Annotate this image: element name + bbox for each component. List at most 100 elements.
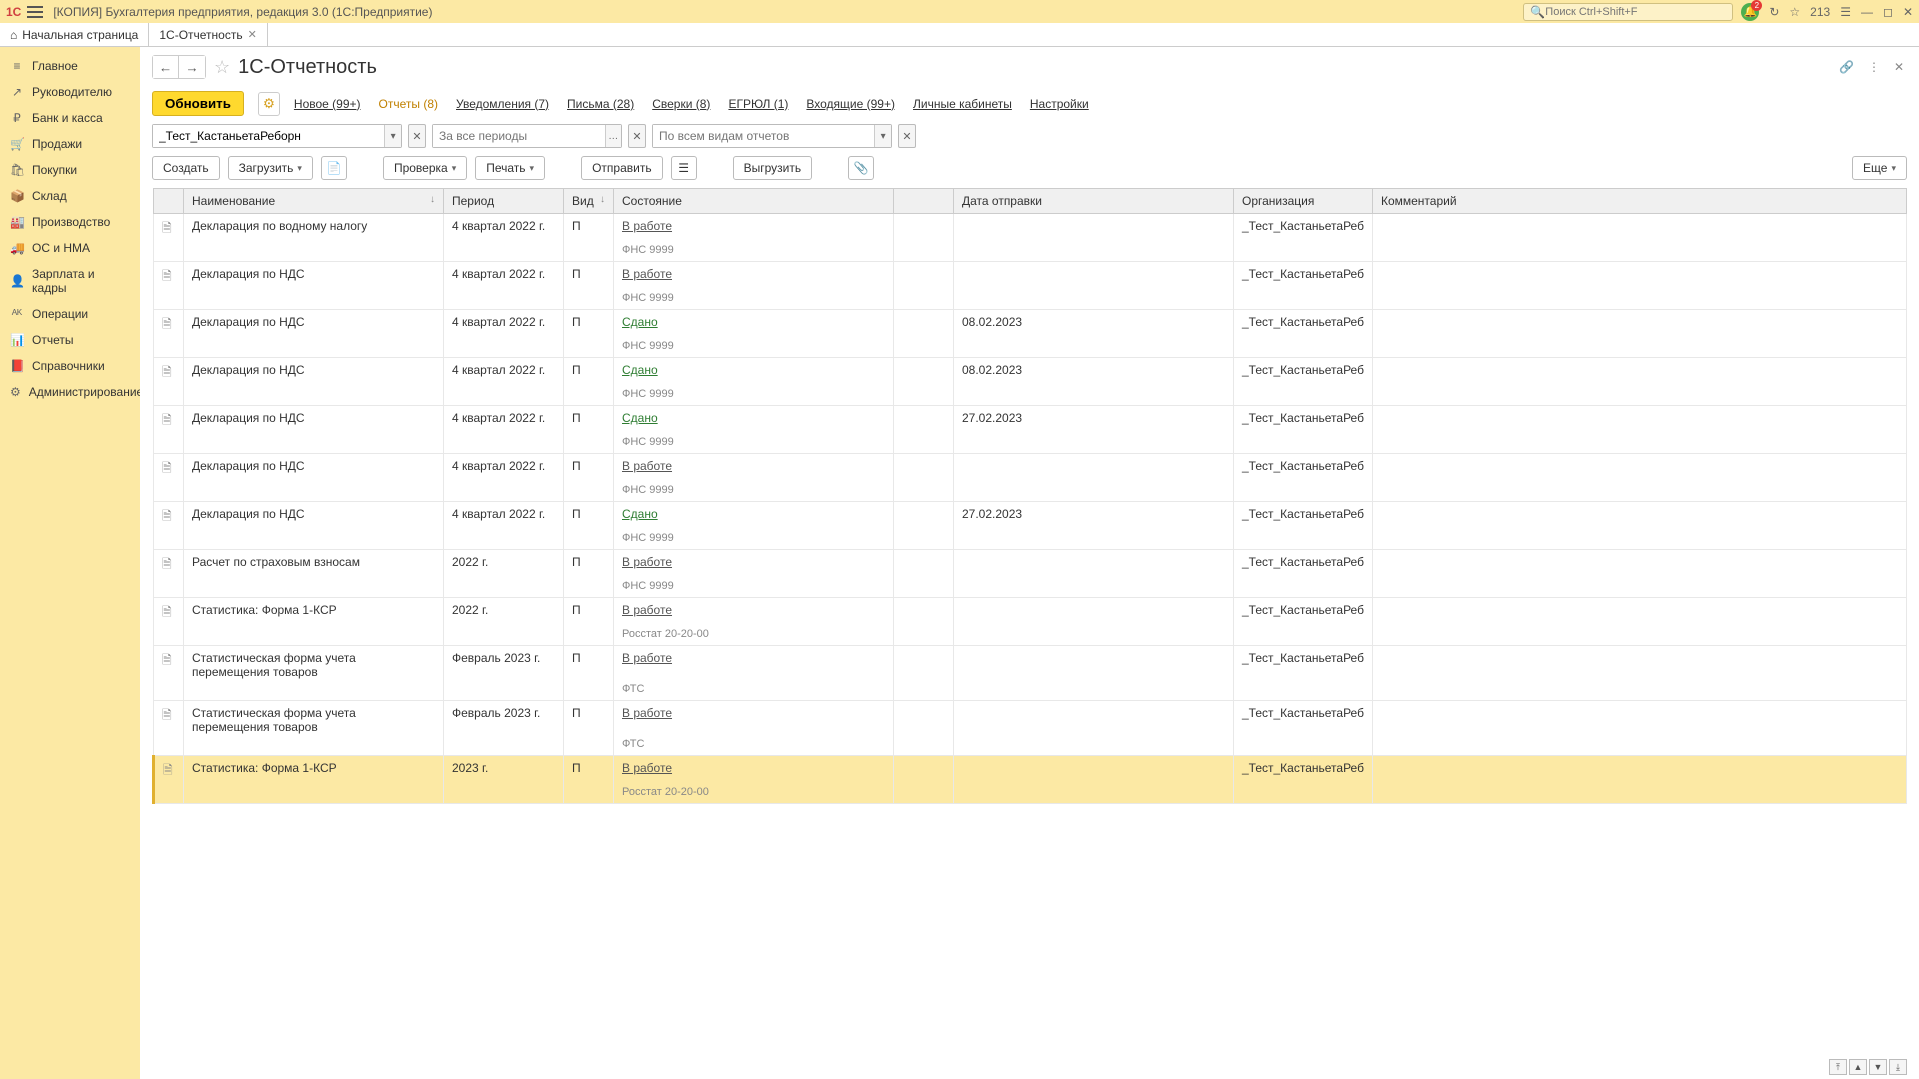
attach-button[interactable]: 📎 (848, 156, 874, 180)
period-filter-clear[interactable]: ✕ (628, 124, 646, 148)
period-filter-input[interactable] (433, 125, 605, 147)
subtab-6[interactable]: Входящие (99+) (806, 97, 895, 111)
period-filter-dots-icon[interactable]: … (605, 125, 621, 147)
status-link[interactable]: В работе (622, 651, 672, 665)
table-row-sub[interactable]: ФНС 9999 (154, 290, 1907, 310)
status-link[interactable]: В работе (622, 761, 672, 775)
org-filter-input[interactable] (153, 125, 384, 147)
sidebar-item-8[interactable]: 👤Зарплата и кадры (0, 261, 140, 301)
type-filter-input[interactable] (653, 125, 874, 147)
global-search[interactable]: 🔍 (1523, 3, 1733, 21)
subtab-5[interactable]: ЕГРЮЛ (1) (728, 97, 788, 111)
nav-forward-button[interactable]: → (179, 56, 205, 78)
table-row[interactable]: 🗎Статистика: Форма 1-КСР2022 г.ПВ работе… (154, 598, 1907, 627)
table-row-sub[interactable]: ФНС 9999 (154, 578, 1907, 598)
status-link[interactable]: В работе (622, 267, 672, 281)
status-link[interactable]: В работе (622, 459, 672, 473)
minimize-icon[interactable]: — (1861, 5, 1873, 19)
favorite-star-icon[interactable]: ☆ (214, 57, 230, 78)
table-row-sub[interactable]: ФНС 9999 (154, 386, 1907, 406)
col-comment[interactable]: Комментарий (1372, 189, 1906, 214)
refresh-button[interactable]: Обновить (152, 91, 244, 116)
sidebar-item-5[interactable]: 📦Склад (0, 183, 140, 209)
subtab-2[interactable]: Уведомления (7) (456, 97, 549, 111)
main-menu-icon[interactable] (27, 6, 43, 18)
nav-back-button[interactable]: ← (153, 56, 179, 78)
status-link[interactable]: В работе (622, 603, 672, 617)
table-row[interactable]: 🗎Декларация по НДС4 квартал 2022 г.ПВ ра… (154, 454, 1907, 483)
type-filter-dropdown-icon[interactable]: ▾ (874, 125, 891, 147)
col-empty[interactable] (894, 189, 954, 214)
table-row[interactable]: 🗎Декларация по НДС4 квартал 2022 г.ПСдан… (154, 406, 1907, 435)
subtab-8[interactable]: Настройки (1030, 97, 1089, 111)
table-row-sub[interactable]: Росстат 20-20-00 (154, 626, 1907, 646)
export-button[interactable]: Выгрузить (733, 156, 813, 180)
table-row[interactable]: 🗎Декларация по НДС4 квартал 2022 г.ПСдан… (154, 358, 1907, 387)
subtab-3[interactable]: Письма (28) (567, 97, 634, 111)
page-close-icon[interactable]: ✕ (1891, 57, 1907, 77)
table-row[interactable]: 🗎Декларация по НДС4 квартал 2022 г.ПСдан… (154, 310, 1907, 339)
sidebar-item-3[interactable]: 🛒Продажи (0, 131, 140, 157)
col-type[interactable]: Вид↓ (564, 189, 614, 214)
sidebar-item-4[interactable]: 🛍Покупки (0, 157, 140, 183)
subtab-1[interactable]: Отчеты (8) (379, 97, 438, 111)
subtab-4[interactable]: Сверки (8) (652, 97, 710, 111)
table-row-sub[interactable]: ФНС 9999 (154, 482, 1907, 502)
nav-down-button[interactable]: ▼ (1869, 1059, 1887, 1075)
sidebar-item-1[interactable]: ↗Руководителю (0, 79, 140, 105)
col-sent[interactable]: Дата отправки (954, 189, 1234, 214)
status-link[interactable]: В работе (622, 706, 672, 720)
status-link[interactable]: Сдано (622, 363, 658, 377)
status-link[interactable]: Сдано (622, 315, 658, 329)
table-row[interactable]: 🗎Декларация по водному налогу4 квартал 2… (154, 214, 1907, 243)
sidebar-item-2[interactable]: ₽Банк и касса (0, 105, 140, 131)
send-button[interactable]: Отправить (581, 156, 663, 180)
sidebar-item-0[interactable]: ≡Главное (0, 53, 140, 79)
period-filter[interactable]: … (432, 124, 622, 148)
close-icon[interactable]: ✕ (1903, 5, 1913, 19)
nav-up-button[interactable]: ▲ (1849, 1059, 1867, 1075)
col-icon[interactable] (154, 189, 184, 214)
sidebar-item-11[interactable]: 📕Справочники (0, 353, 140, 379)
tab-close-icon[interactable]: ✕ (248, 28, 257, 41)
status-link[interactable]: В работе (622, 219, 672, 233)
search-input[interactable] (1545, 6, 1726, 18)
tab-home[interactable]: ⌂ Начальная страница (0, 23, 149, 46)
table-row-sub[interactable]: ФНС 9999 (154, 338, 1907, 358)
notifications-icon[interactable]: 🔔 2 (1741, 3, 1759, 21)
more-button[interactable]: Еще▾ (1852, 156, 1907, 180)
sidebar-item-6[interactable]: 🏭Производство (0, 209, 140, 235)
link-icon[interactable]: 🔗 (1836, 57, 1857, 77)
subtab-7[interactable]: Личные кабинеты (913, 97, 1012, 111)
col-name[interactable]: Наименование↓ (184, 189, 444, 214)
maximize-icon[interactable]: ◻ (1883, 5, 1893, 19)
type-filter[interactable]: ▾ (652, 124, 892, 148)
create-button[interactable]: Создать (152, 156, 220, 180)
table-row[interactable]: 🗎Декларация по НДС4 квартал 2022 г.ПВ ра… (154, 262, 1907, 291)
sidebar-item-10[interactable]: 📊Отчеты (0, 327, 140, 353)
table-row-sub[interactable]: ФТС (154, 681, 1907, 701)
table-row[interactable]: 🗎Расчет по страховым взносам2022 г.ПВ ра… (154, 550, 1907, 579)
org-filter-clear[interactable]: ✕ (408, 124, 426, 148)
subtab-0[interactable]: Новое (99+) (294, 97, 361, 111)
table-row-sub[interactable]: ФНС 9999 (154, 242, 1907, 262)
history-icon[interactable]: ↻ (1769, 5, 1779, 19)
table-row[interactable]: 🗎Статистическая форма учета перемещения … (154, 701, 1907, 737)
nav-first-button[interactable]: ⤒ (1829, 1059, 1847, 1075)
table-row[interactable]: 🗎Декларация по НДС4 квартал 2022 г.ПСдан… (154, 502, 1907, 531)
sidebar-item-9[interactable]: ᴬᴷОперации (0, 301, 140, 327)
status-link[interactable]: В работе (622, 555, 672, 569)
load-file-button[interactable]: 📄 (321, 156, 347, 180)
table-row-sub[interactable]: ФНС 9999 (154, 530, 1907, 550)
col-status[interactable]: Состояние (614, 189, 894, 214)
more-vertical-icon[interactable]: ⋮ (1865, 57, 1883, 77)
org-filter-dropdown-icon[interactable]: ▾ (384, 125, 401, 147)
print-button[interactable]: Печать▾ (475, 156, 545, 180)
col-period[interactable]: Период (444, 189, 564, 214)
table-row-sub[interactable]: Росстат 20-20-00 (154, 784, 1907, 804)
type-filter-clear[interactable]: ✕ (898, 124, 916, 148)
sidebar-item-12[interactable]: ⚙Администрирование (0, 379, 140, 405)
table-row-sub[interactable]: ФНС 9999 (154, 434, 1907, 454)
favorite-icon[interactable]: ☆ (1789, 5, 1800, 19)
send-list-button[interactable]: ☰ (671, 156, 697, 180)
